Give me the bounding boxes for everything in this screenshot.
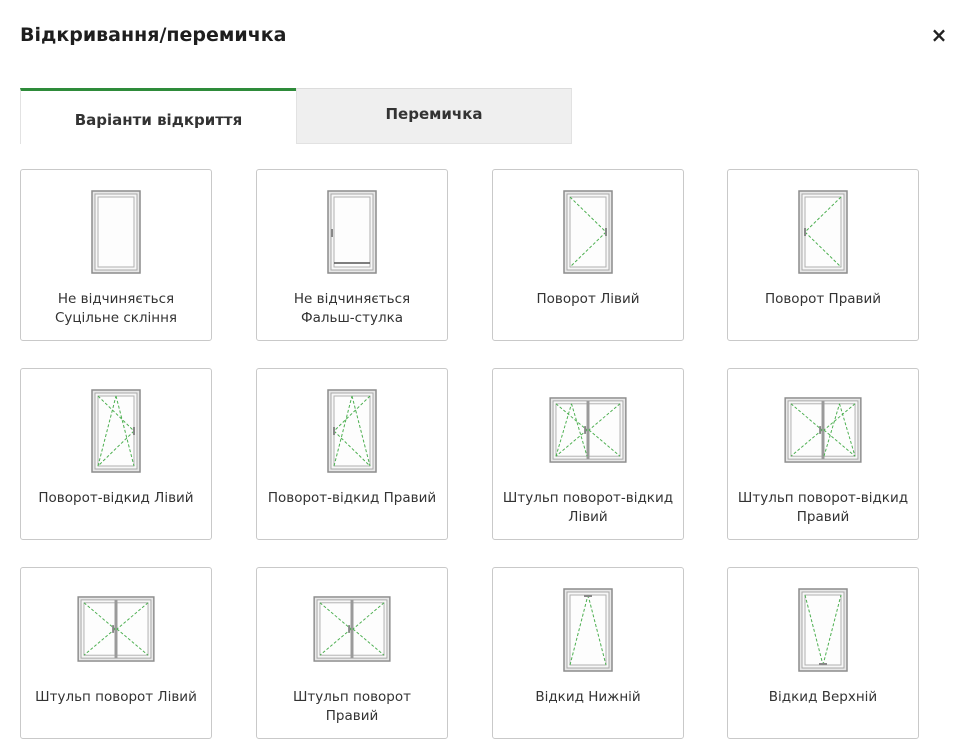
option-label: Штульп поворот Лівий [27, 688, 205, 707]
option-label: Не відчиняється Суцільне скління [27, 290, 205, 328]
dialog-title: Відкривання/перемичка [20, 24, 287, 46]
option-label-line: Штульп поворот-відкид [737, 490, 909, 506]
tab-opening-options[interactable]: Варіанти відкриття [20, 88, 296, 144]
option-label: Відкид Верхній [734, 688, 912, 707]
turn-right-window-icon [728, 190, 918, 274]
option-card[interactable]: Відкид Нижній [492, 567, 684, 739]
option-label: Відкид Нижній [499, 688, 677, 707]
option-card[interactable]: Відкид Верхній [727, 567, 919, 739]
option-label-line: Фальш-стулка [300, 310, 404, 326]
tab-label: Перемичка [385, 105, 483, 123]
option-label-line: Поворот-відкид Правий [267, 490, 437, 506]
option-label-line: Відкид Нижній [535, 689, 641, 705]
option-label: Поворот Лівий [499, 290, 677, 309]
option-label: Штульп поворот-відкид Правий [734, 489, 912, 527]
tilt-bottom-window-icon [493, 588, 683, 672]
option-label-line: Правий [796, 509, 850, 525]
tilt-turn-right-window-icon [257, 389, 447, 473]
option-card[interactable]: Поворот-відкид Правий [256, 368, 448, 540]
tab-label: Варіанти відкриття [74, 110, 243, 129]
option-label-line: Поворот-відкид Лівий [38, 490, 194, 506]
option-label-line: Штульп поворот-відкид [502, 490, 674, 506]
tab-lintel[interactable]: Перемичка [296, 88, 572, 144]
option-card[interactable]: Штульп поворот Правий [256, 567, 448, 739]
fixed-window-icon [21, 190, 211, 274]
option-card[interactable]: Не відчиняється Фальш-стулка [256, 169, 448, 341]
option-label-line: Суцільне скління [54, 310, 178, 326]
option-label-line: Штульп поворот Лівий [35, 689, 197, 705]
double-tilt-turn-left-window-icon [493, 397, 683, 479]
double-tilt-turn-right-window-icon [728, 397, 918, 479]
option-label: Не відчиняється Фальш-стулка [263, 290, 441, 328]
close-icon[interactable]: × [928, 23, 950, 47]
option-label-line: Не відчиняється [57, 291, 175, 307]
option-label-line: Поворот Правий [764, 291, 882, 307]
option-card[interactable]: Поворот Правий [727, 169, 919, 341]
tab-bar: Варіанти відкриття Перемичка [20, 88, 572, 144]
option-card[interactable]: Поворот-відкид Лівий [20, 368, 212, 540]
option-card[interactable]: Штульп поворот-відкид Правий [727, 368, 919, 540]
option-label-line: Поворот Лівий [536, 291, 640, 307]
double-turn-left-window-icon [21, 596, 211, 678]
option-card[interactable]: Штульп поворот Лівий [20, 567, 212, 739]
option-card[interactable]: Не відчиняється Суцільне скління [20, 169, 212, 341]
option-label-line: Відкид Верхній [768, 689, 878, 705]
option-label: Поворот Правий [734, 290, 912, 309]
option-label: Штульп поворот Правий [263, 688, 441, 726]
option-label-line: Штульп поворот [293, 689, 411, 705]
option-card[interactable]: Штульп поворот-відкид Лівий [492, 368, 684, 540]
option-label: Поворот-відкид Правий [263, 489, 441, 508]
tilt-turn-left-window-icon [21, 389, 211, 473]
option-label: Штульп поворот-відкид Лівий [499, 489, 677, 527]
tilt-top-window-icon [728, 588, 918, 672]
option-label-line: Правий [325, 708, 379, 724]
option-card[interactable]: Поворот Лівий [492, 169, 684, 341]
option-label-line: Не відчиняється [293, 291, 411, 307]
turn-left-window-icon [493, 190, 683, 274]
option-label-line: Лівий [568, 509, 608, 525]
option-label: Поворот-відкид Лівий [27, 489, 205, 508]
fake-sash-window-icon [257, 190, 447, 274]
double-turn-right-window-icon [257, 596, 447, 678]
